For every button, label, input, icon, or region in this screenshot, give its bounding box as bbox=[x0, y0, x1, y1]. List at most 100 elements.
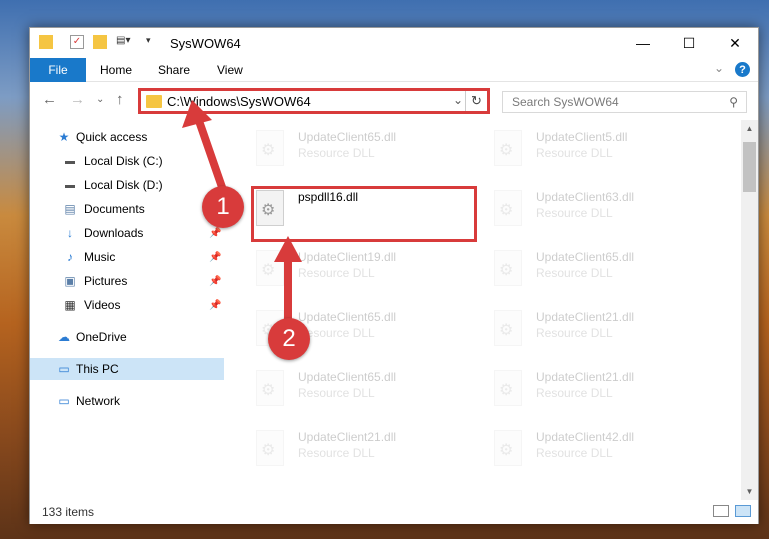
file-item[interactable]: ⚙ UpdateClient65.dll Resource DLL bbox=[488, 244, 708, 294]
forward-arrow-icon[interactable]: → bbox=[70, 91, 85, 108]
sidebar-item-label: Videos bbox=[84, 298, 121, 312]
vertical-scrollbar[interactable]: ▲ ▼ bbox=[741, 120, 758, 500]
sidebar-item-local-disk-d[interactable]: ▬ Local Disk (D:) bbox=[30, 174, 224, 196]
callout-step-1: 1 bbox=[202, 186, 244, 228]
file-name: UpdateClient65.dll bbox=[298, 310, 397, 324]
maximize-button[interactable]: ☐ bbox=[666, 28, 712, 58]
sidebar-item-music[interactable]: ♪ Music 📌 bbox=[30, 246, 224, 268]
file-item[interactable]: ⚙ UpdateClient42.dll Resource DLL bbox=[488, 424, 708, 474]
chevron-down-icon[interactable]: ⌄ bbox=[453, 93, 463, 107]
download-icon: ↓ bbox=[67, 226, 73, 240]
file-highlight-box bbox=[251, 186, 477, 242]
pin-icon[interactable]: 📌 bbox=[209, 276, 221, 287]
title-bar: ✓ ▤▾ ▾ SysWOW64 — ☐ ✕ bbox=[30, 28, 758, 58]
navigation-pane: ★ Quick access ▬ Local Disk (C:) ▬ Local… bbox=[30, 120, 226, 500]
new-folder-icon[interactable] bbox=[93, 35, 107, 49]
dll-file-icon: ⚙ bbox=[256, 430, 284, 466]
drive-icon: ▬ bbox=[65, 179, 75, 191]
file-name: UpdateClient5.dll bbox=[536, 130, 628, 144]
dll-file-icon: ⚙ bbox=[256, 250, 284, 286]
pin-icon[interactable]: 📌 bbox=[209, 300, 221, 311]
dll-file-icon: ⚙ bbox=[256, 370, 284, 406]
tab-view[interactable]: View bbox=[217, 63, 243, 77]
expand-ribbon-icon[interactable]: ⌄ bbox=[714, 61, 724, 75]
file-name: UpdateClient21.dll bbox=[536, 370, 635, 384]
file-item[interactable]: ⚙ UpdateClient63.dll Resource DLL bbox=[488, 184, 708, 234]
file-type: Resource DLL bbox=[536, 326, 613, 340]
file-item[interactable]: ⚙ UpdateClient5.dll Resource DLL bbox=[488, 124, 708, 174]
up-arrow-icon[interactable]: ↑ bbox=[116, 91, 124, 108]
sidebar-item-label: Music bbox=[84, 250, 116, 264]
file-name: UpdateClient63.dll bbox=[536, 190, 635, 204]
customize-toolbar-icon[interactable]: ▤▾ bbox=[116, 35, 140, 49]
scroll-down-icon[interactable]: ▼ bbox=[741, 483, 758, 500]
sidebar-item-network[interactable]: ▭ Network bbox=[30, 390, 224, 412]
file-type: Resource DLL bbox=[536, 146, 613, 160]
file-type: Resource DLL bbox=[298, 146, 375, 160]
sidebar-item-documents[interactable]: ▤ Documents bbox=[30, 198, 224, 220]
sidebar-item-local-disk-c[interactable]: ▬ Local Disk (C:) bbox=[30, 150, 224, 172]
properties-icon[interactable]: ✓ bbox=[70, 35, 84, 49]
file-type: Resource DLL bbox=[536, 266, 613, 280]
dll-file-icon: ⚙ bbox=[494, 130, 522, 166]
refresh-icon[interactable]: ↻ bbox=[465, 91, 487, 111]
documents-icon: ▤ bbox=[64, 202, 76, 216]
file-item[interactable]: ⚙ UpdateClient21.dll Resource DLL bbox=[488, 304, 708, 354]
star-icon: ★ bbox=[58, 130, 70, 144]
address-path[interactable]: C:\Windows\SysWOW64 bbox=[167, 94, 311, 109]
sidebar-item-label: Documents bbox=[84, 202, 145, 216]
file-item[interactable]: ⚙ UpdateClient65.dll Resource DLL bbox=[250, 364, 470, 414]
search-icon[interactable]: ⚲ bbox=[729, 95, 738, 109]
details-view-icon[interactable] bbox=[713, 505, 729, 517]
tab-share[interactable]: Share bbox=[158, 63, 190, 77]
file-tab[interactable]: File bbox=[30, 58, 86, 82]
sidebar-item-pictures[interactable]: ▣ Pictures 📌 bbox=[30, 270, 224, 292]
sidebar-item-this-pc[interactable]: ▭ This PC bbox=[30, 358, 224, 380]
address-bar[interactable]: C:\Windows\SysWOW64 ⌄ ↻ bbox=[138, 88, 490, 114]
dll-file-icon: ⚙ bbox=[494, 250, 522, 286]
drive-icon: ▬ bbox=[65, 155, 75, 167]
sidebar-item-label: Downloads bbox=[84, 226, 144, 240]
folder-icon bbox=[39, 35, 53, 49]
pin-icon[interactable]: 📌 bbox=[209, 252, 221, 263]
file-name: UpdateClient21.dll bbox=[298, 430, 397, 444]
cloud-icon: ☁ bbox=[58, 330, 70, 344]
file-list: ⚙ UpdateClient65.dll Resource DLL ⚙ pspd… bbox=[230, 120, 742, 500]
file-item[interactable]: ⚙ UpdateClient65.dll Resource DLL bbox=[250, 124, 470, 174]
back-arrow-icon[interactable]: ← bbox=[42, 91, 57, 108]
sidebar-item-label: Network bbox=[76, 394, 121, 408]
file-item[interactable]: ⚙ UpdateClient21.dll Resource DLL bbox=[488, 364, 708, 414]
file-type: Resource DLL bbox=[298, 386, 375, 400]
tab-home[interactable]: Home bbox=[100, 63, 132, 77]
search-input[interactable]: Search SysWOW64 ⚲ bbox=[502, 91, 747, 113]
pictures-icon: ▣ bbox=[64, 274, 76, 288]
file-name: UpdateClient21.dll bbox=[536, 310, 635, 324]
sidebar-item-onedrive[interactable]: ☁ OneDrive bbox=[30, 326, 224, 348]
file-explorer-window: ✓ ▤▾ ▾ SysWOW64 — ☐ ✕ File Home Share Vi… bbox=[29, 27, 759, 524]
scrollbar-thumb[interactable] bbox=[743, 142, 756, 192]
dll-file-icon: ⚙ bbox=[494, 430, 522, 466]
minimize-button[interactable]: — bbox=[620, 28, 666, 58]
sidebar-item-downloads[interactable]: ↓ Downloads 📌 bbox=[30, 222, 224, 244]
dll-file-icon: ⚙ bbox=[256, 130, 284, 166]
music-icon: ♪ bbox=[67, 250, 73, 264]
file-name: UpdateClient65.dll bbox=[298, 370, 397, 384]
file-item[interactable]: ⚙ UpdateClient19.dll Resource DLL bbox=[250, 244, 470, 294]
sidebar-item-quick-access[interactable]: ★ Quick access bbox=[30, 126, 224, 148]
item-count: 133 items bbox=[42, 505, 95, 519]
file-type: Resource DLL bbox=[536, 386, 613, 400]
dll-file-icon: ⚙ bbox=[494, 370, 522, 406]
close-button[interactable]: ✕ bbox=[712, 28, 758, 58]
help-icon[interactable]: ? bbox=[735, 62, 750, 77]
dll-file-icon: ⚙ bbox=[494, 310, 522, 346]
computer-icon: ▭ bbox=[58, 362, 70, 376]
ribbon-tabs: File Home Share View ⌄ ? bbox=[30, 58, 758, 82]
scroll-up-icon[interactable]: ▲ bbox=[741, 120, 758, 137]
file-item[interactable]: ⚙ UpdateClient21.dll Resource DLL bbox=[250, 424, 470, 474]
pin-icon[interactable]: 📌 bbox=[209, 228, 221, 239]
sidebar-item-videos[interactable]: ▦ Videos 📌 bbox=[30, 294, 224, 316]
toolbar-dropdown-icon[interactable]: ▾ bbox=[146, 35, 160, 49]
recent-locations-icon[interactable]: ⌄ bbox=[96, 94, 104, 105]
file-name: UpdateClient42.dll bbox=[536, 430, 635, 444]
large-icons-view-icon[interactable] bbox=[735, 505, 751, 517]
